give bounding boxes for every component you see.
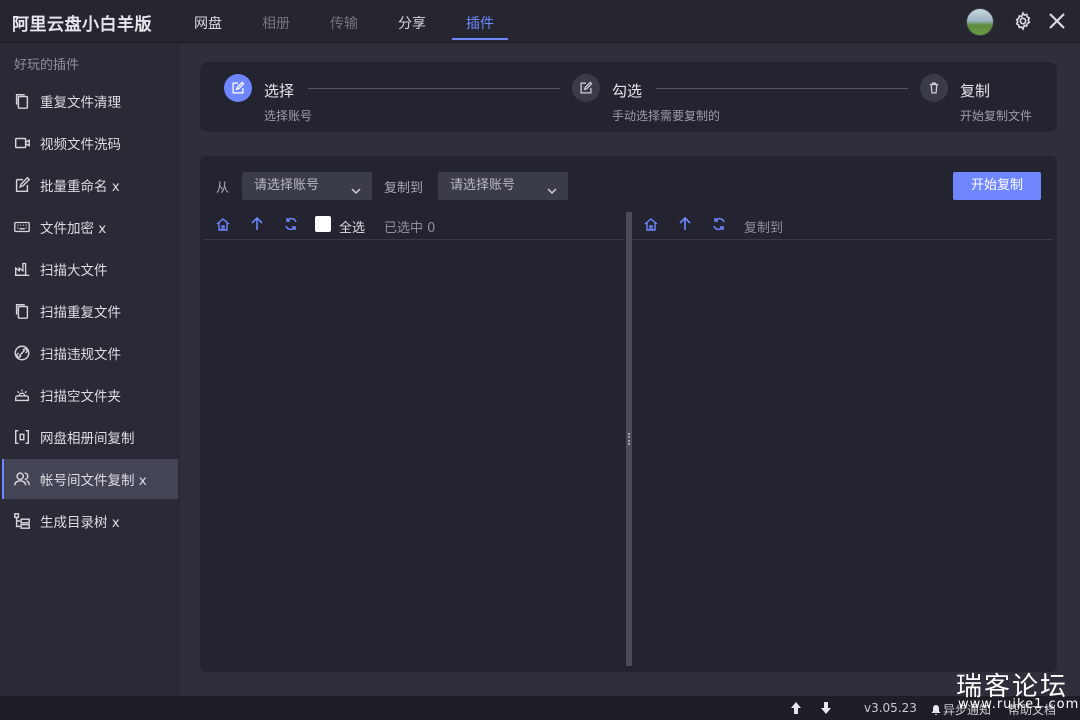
sidebar-item-label: 扫描违规文件 <box>40 347 121 363</box>
close-icon[interactable] <box>1047 11 1067 31</box>
source-account-select[interactable]: 请选择账号 <box>242 172 372 200</box>
source-account-placeholder: 请选择账号 <box>254 178 320 193</box>
sidebar-item-label: 生成目录树 x <box>40 515 120 531</box>
keyboard-icon <box>12 217 32 237</box>
edit-icon <box>224 74 252 102</box>
sidebar-item-scan-empty-folder[interactable]: 扫描空文件夹 <box>2 375 178 415</box>
watermark-url: www.ruike1.com <box>958 697 1080 712</box>
tab-album[interactable]: 相册 <box>262 13 290 33</box>
refresh-icon[interactable] <box>283 216 299 232</box>
step-1-title: 选择 <box>264 82 295 100</box>
copy-to-label: 复制到 <box>384 181 424 196</box>
sun-cloud-icon <box>12 385 32 405</box>
tab-plugins[interactable]: 插件 <box>466 13 494 33</box>
trash-icon <box>920 74 948 102</box>
source-file-list[interactable] <box>204 240 624 666</box>
sidebar: 好玩的插件 重复文件清理 视频文件洗码 批量重命名 x 文件加密 x 扫描大文件 <box>0 43 180 696</box>
tab-transfer[interactable]: 传输 <box>330 13 358 33</box>
link-icon <box>12 343 32 363</box>
sidebar-item-directory-tree[interactable]: 生成目录树 x <box>2 501 178 541</box>
arrow-up-icon[interactable] <box>249 216 265 232</box>
gear-icon[interactable] <box>1013 11 1033 31</box>
tab-drive[interactable]: 网盘 <box>194 13 222 33</box>
step-3-desc: 开始复制文件 <box>960 109 1033 123</box>
select-all-checkbox[interactable] <box>315 216 331 232</box>
select-all-label: 全选 <box>339 221 366 236</box>
step-connector <box>656 88 908 89</box>
sidebar-item-batch-rename[interactable]: 批量重命名 x <box>2 165 178 205</box>
factory-icon <box>12 259 32 279</box>
step-connector <box>308 88 560 89</box>
sidebar-item-label: 重复文件清理 <box>40 95 121 111</box>
sidebar-item-label: 网盘相册间复制 <box>40 431 135 447</box>
sidebar-item-scan-duplicate[interactable]: 扫描重复文件 <box>2 291 178 331</box>
app-title: 阿里云盘小白羊版 <box>12 15 152 35</box>
step-3-title: 复制 <box>960 82 991 100</box>
selected-count: 已选中 0 <box>384 221 436 236</box>
copy-icon <box>12 301 32 321</box>
bell-icon <box>930 701 942 715</box>
rename-icon <box>12 175 32 195</box>
version-text: v3.05.23 <box>864 701 917 715</box>
sidebar-item-album-copy[interactable]: 网盘相册间复制 <box>2 417 178 457</box>
sidebar-item-label: 文件加密 x <box>40 221 107 237</box>
step-indicator: 选择 选择账号 勾选 手动选择需要复制的 复制 开始复制文件 <box>200 62 1057 132</box>
upload-icon[interactable] <box>789 700 803 714</box>
sidebar-item-account-copy[interactable]: 帐号间文件复制 x <box>2 459 178 499</box>
sidebar-item-label: 扫描大文件 <box>40 263 108 279</box>
refresh-icon[interactable] <box>711 216 727 232</box>
destination-label: 复制到 <box>744 221 784 236</box>
avatar[interactable] <box>966 8 994 36</box>
chevron-down-icon <box>350 180 362 195</box>
duplicate-file-icon <box>12 91 32 111</box>
home-icon[interactable] <box>643 216 659 232</box>
video-icon <box>12 133 32 153</box>
copy-panel: 从 请选择账号 复制到 请选择账号 开始复制 全选 已选中 0 复制到 <box>200 156 1057 672</box>
sidebar-item-label: 视频文件洗码 <box>40 137 121 153</box>
sidebar-item-duplicate-cleanup[interactable]: 重复文件清理 <box>2 81 178 121</box>
main-content: 选择 选择账号 勾选 手动选择需要复制的 复制 开始复制文件 从 请选择账号 复… <box>180 43 1080 696</box>
start-copy-button[interactable]: 开始复制 <box>953 172 1041 200</box>
edit-icon <box>572 74 600 102</box>
target-account-select[interactable]: 请选择账号 <box>438 172 568 200</box>
sidebar-item-label: 扫描重复文件 <box>40 305 121 321</box>
download-icon[interactable] <box>819 700 833 714</box>
sidebar-item-video-recode[interactable]: 视频文件洗码 <box>2 123 178 163</box>
sidebar-item-label: 扫描空文件夹 <box>40 389 121 405</box>
status-bar: v3.05.23 异步通知 帮助文档 <box>0 696 1080 720</box>
tree-icon <box>12 511 32 531</box>
step-2-title: 勾选 <box>612 82 643 100</box>
sidebar-item-label: 批量重命名 x <box>40 179 120 195</box>
home-icon[interactable] <box>215 216 231 232</box>
bracket-icon <box>12 427 32 447</box>
title-bar: 阿里云盘小白羊版 网盘 相册 传输 分享 插件 <box>0 0 1080 43</box>
sidebar-item-scan-large[interactable]: 扫描大文件 <box>2 249 178 289</box>
drag-handle-icon <box>628 433 630 445</box>
sidebar-item-label: 帐号间文件复制 x <box>40 473 147 489</box>
chevron-down-icon <box>546 180 558 195</box>
sidebar-heading: 好玩的插件 <box>14 58 80 73</box>
sidebar-item-scan-violation[interactable]: 扫描违规文件 <box>2 333 178 373</box>
step-2-desc: 手动选择需要复制的 <box>612 109 721 123</box>
target-account-placeholder: 请选择账号 <box>450 178 516 193</box>
from-label: 从 <box>216 181 230 196</box>
active-tab-indicator <box>452 38 508 40</box>
users-icon <box>12 469 32 489</box>
step-1-desc: 选择账号 <box>264 109 313 123</box>
target-file-list[interactable] <box>632 240 1053 666</box>
tab-share[interactable]: 分享 <box>398 13 426 33</box>
arrow-up-icon[interactable] <box>677 216 693 232</box>
sidebar-item-file-encrypt[interactable]: 文件加密 x <box>2 207 178 247</box>
